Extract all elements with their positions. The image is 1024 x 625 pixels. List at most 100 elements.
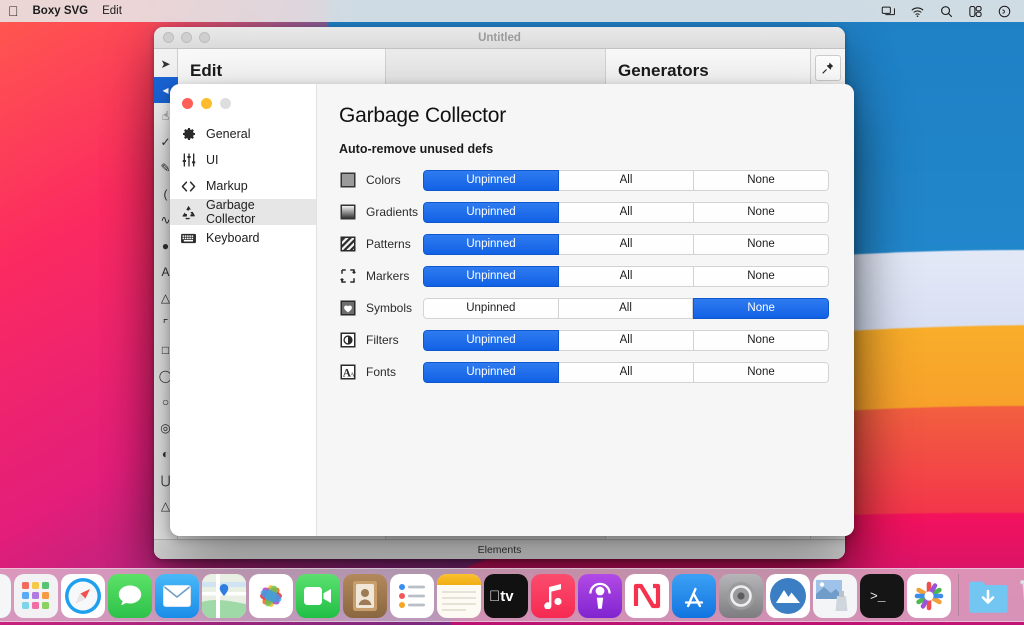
filter-icon <box>340 332 356 348</box>
segment-unpinned[interactable]: Unpinned <box>423 169 559 191</box>
segmented-control-gradients[interactable]: Unpinned All None <box>423 201 829 223</box>
setting-row-symbols: Symbols Unpinned All None <box>339 292 830 324</box>
row-label: Markers <box>366 269 410 283</box>
sliders-icon <box>180 152 197 169</box>
prefs-close-button[interactable] <box>182 98 193 109</box>
segment-none[interactable]: None <box>694 265 829 287</box>
generators-panel-title: Generators <box>618 61 709 80</box>
spotlight-search-icon[interactable] <box>939 4 954 19</box>
siri-icon[interactable] <box>997 4 1012 19</box>
segment-unpinned[interactable]: Unpinned <box>423 201 559 223</box>
control-center-icon[interactable] <box>968 4 983 19</box>
dock-item-app-store[interactable] <box>672 574 716 618</box>
dock-item-launchpad[interactable] <box>14 574 58 618</box>
segment-all[interactable]: All <box>559 265 694 287</box>
dock-item-reminders[interactable] <box>390 574 434 618</box>
dock-item-finder[interactable] <box>0 574 11 618</box>
section-title: Auto-remove unused defs <box>339 142 494 156</box>
dock-item-notes[interactable] <box>437 574 481 618</box>
segment-unpinned[interactable]: Unpinned <box>423 265 559 287</box>
dock-item-trash[interactable] <box>1013 574 1024 618</box>
row-label: Fonts <box>366 365 397 379</box>
segment-unpinned[interactable]: Unpinned <box>423 329 559 351</box>
dock-item-contacts[interactable] <box>343 574 387 618</box>
segmented-control-colors[interactable]: Unpinned All None <box>423 169 829 191</box>
dock-item-downloads-folder[interactable] <box>966 574 1010 618</box>
pattern-icon <box>340 236 356 252</box>
dock-item-mail[interactable] <box>155 574 199 618</box>
segmented-control-symbols[interactable]: Unpinned All None <box>423 297 829 319</box>
pin-button[interactable] <box>815 55 841 81</box>
keyboard-icon <box>180 230 197 247</box>
segmented-control-fonts[interactable]: Unpinned All None <box>423 361 829 383</box>
segment-unpinned[interactable]: Unpinned <box>423 361 559 383</box>
pin-icon <box>822 62 834 74</box>
sidebar-item-general[interactable]: General <box>170 121 316 147</box>
segmented-control-patterns[interactable]: Unpinned All None <box>423 233 829 255</box>
sidebar-item-label: Keyboard <box>206 231 260 245</box>
dock[interactable]: tv <box>0 568 1024 622</box>
segment-unpinned[interactable]: Unpinned <box>423 297 559 319</box>
segment-all[interactable]: All <box>559 201 694 223</box>
sidebar-item-label: UI <box>206 153 219 167</box>
sidebar-item-garbage-collector[interactable]: Garbage Collector <box>170 198 316 226</box>
sidebar-item-keyboard[interactable]: Keyboard <box>170 225 316 251</box>
segment-none[interactable]: None <box>694 201 829 223</box>
prefs-minimize-button[interactable] <box>201 98 212 109</box>
dock-item-system-preferences[interactable] <box>719 574 763 618</box>
app-titlebar[interactable]: Untitled <box>154 27 845 49</box>
tool-select-arrow-icon[interactable]: ➤ <box>154 51 178 77</box>
dock-item-podcasts[interactable] <box>578 574 622 618</box>
row-label: Patterns <box>366 237 411 251</box>
status-bar-label: Elements <box>477 543 522 556</box>
sidebar-item-markup[interactable]: Markup <box>170 173 316 199</box>
preferences-dialog[interactable]: General UI Markup Garbage Collector Keyb… <box>170 84 854 536</box>
menu-bar:  Boxy SVG Edit <box>0 0 1024 22</box>
segment-none[interactable]: None <box>694 329 829 351</box>
segment-all[interactable]: All <box>559 169 694 191</box>
wifi-icon[interactable] <box>910 4 925 19</box>
gear-icon <box>180 126 197 143</box>
apple-menu-icon[interactable]:  <box>8 0 19 22</box>
dock-item-news[interactable] <box>625 574 669 618</box>
sidebar-item-ui[interactable]: UI <box>170 147 316 173</box>
menu-bar-extras <box>881 4 1016 19</box>
swatch-icon <box>340 172 356 188</box>
page-title: Garbage Collector <box>339 104 507 127</box>
row-label: Filters <box>366 333 399 347</box>
symbol-icon <box>340 300 356 316</box>
preferences-sidebar[interactable]: General UI Markup Garbage Collector Keyb… <box>170 84 317 536</box>
sidebar-item-label: Markup <box>206 179 248 193</box>
dock-item-music[interactable] <box>531 574 575 618</box>
segmented-control-markers[interactable]: Unpinned All None <box>423 265 829 287</box>
segment-all[interactable]: All <box>559 361 694 383</box>
app-window-title: Untitled <box>478 31 521 44</box>
dock-item-maps[interactable] <box>202 574 246 618</box>
segment-none[interactable]: None <box>693 297 829 319</box>
segment-all[interactable]: All <box>559 233 694 255</box>
dock-item-photos[interactable] <box>249 574 293 618</box>
dock-item-preview[interactable] <box>813 574 857 618</box>
dock-item-messages[interactable] <box>108 574 152 618</box>
dock-item-app-blue-mountain[interactable] <box>766 574 810 618</box>
segment-none[interactable]: None <box>694 233 829 255</box>
segment-all[interactable]: All <box>559 329 694 351</box>
segmented-control-filters[interactable]: Unpinned All None <box>423 329 829 351</box>
segment-all[interactable]: All <box>558 297 694 319</box>
screen-mirroring-icon[interactable] <box>881 4 896 19</box>
segment-none[interactable]: None <box>694 169 829 191</box>
dock-item-facetime[interactable] <box>296 574 340 618</box>
segment-unpinned[interactable]: Unpinned <box>423 233 559 255</box>
segment-none[interactable]: None <box>694 361 829 383</box>
dock-item-tv[interactable]: tv <box>484 574 528 618</box>
code-brackets-icon <box>180 178 197 195</box>
preferences-traffic-lights[interactable] <box>170 92 316 121</box>
svg-text:>_: >_ <box>870 589 886 604</box>
setting-row-markers: Markers Unpinned All None <box>339 260 830 292</box>
dock-item-boxy-svg[interactable] <box>907 574 951 618</box>
gradient-icon <box>340 204 356 220</box>
dock-item-safari[interactable] <box>61 574 105 618</box>
menu-item-app-name[interactable]: Boxy SVG <box>33 0 89 22</box>
menu-item-edit[interactable]: Edit <box>102 0 122 22</box>
dock-item-terminal[interactable]: >_ <box>860 574 904 618</box>
